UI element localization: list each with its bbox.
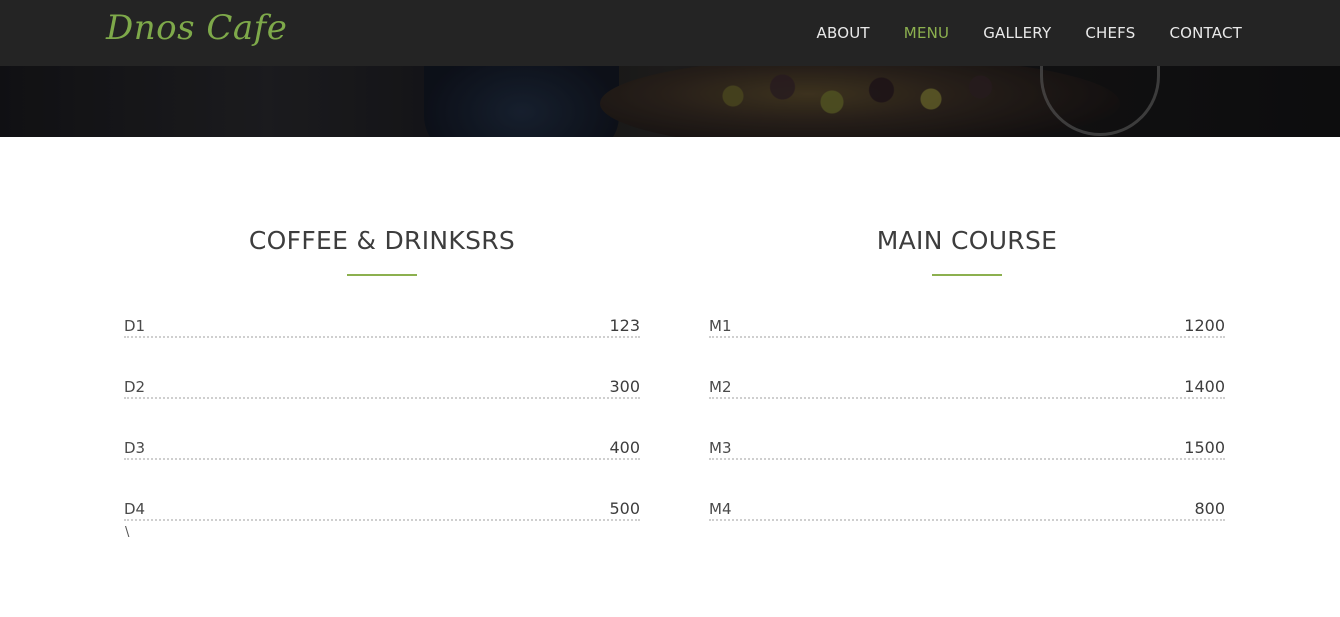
menu-list-main-course: M1 1200 M2 1400 M3 1500 M4 800	[709, 314, 1225, 558]
nav-link-about[interactable]: ABOUT	[817, 24, 870, 42]
menu-item-name: D2	[124, 378, 146, 396]
nav-link-chefs[interactable]: CHEFS	[1085, 24, 1135, 42]
menu-item: D4 500	[124, 497, 640, 558]
menu-item-name: M3	[709, 439, 732, 457]
menu-item-name: D4	[124, 500, 146, 518]
nav-link-gallery[interactable]: GALLERY	[983, 24, 1051, 42]
menu-item-price: 123	[609, 316, 640, 335]
title-divider	[932, 274, 1002, 276]
menu-item-row: M1 1200	[709, 314, 1225, 338]
menu-item-price: 1400	[1184, 377, 1225, 396]
menu-section-drinks: COFFEE & DRINKSRS D1 123 D2 300 D3 400 D…	[124, 225, 640, 558]
menu-item-price: 400	[609, 438, 640, 457]
menu-item-row: M2 1400	[709, 375, 1225, 399]
menu-item-name: D1	[124, 317, 146, 335]
menu-item-row: M3 1500	[709, 436, 1225, 460]
hero-banner-image	[0, 66, 1340, 137]
section-title-drinks: COFFEE & DRINKSRS	[248, 226, 516, 255]
menu-item-price: 800	[1194, 499, 1225, 518]
nav-menu: ABOUT MENU GALLERY CHEFS CONTACT	[783, 0, 1242, 66]
menu-item-price: 1500	[1184, 438, 1225, 457]
menu-item-name: M2	[709, 378, 732, 396]
menu-item-row: D2 300	[124, 375, 640, 399]
menu-item: D3 400	[124, 436, 640, 497]
menu-item: M2 1400	[709, 375, 1225, 436]
navbar: Dnos Cafe ABOUT MENU GALLERY CHEFS CONTA…	[0, 0, 1340, 66]
nav-link-menu[interactable]: MENU	[904, 24, 949, 42]
menu-item-price: 300	[609, 377, 640, 396]
nav-link-contact[interactable]: CONTACT	[1169, 24, 1242, 42]
title-divider	[347, 274, 417, 276]
menu-item: M1 1200	[709, 314, 1225, 375]
stray-backslash-text: \	[125, 525, 130, 540]
menu-item: M4 800	[709, 497, 1225, 558]
menu-item-price: 1200	[1184, 316, 1225, 335]
menu-list-drinks: D1 123 D2 300 D3 400 D4 500	[124, 314, 640, 558]
menu-item-row: D4 500	[124, 497, 640, 521]
menu-item: M3 1500	[709, 436, 1225, 497]
menu-item-row: D1 123	[124, 314, 640, 338]
menu-item-name: M4	[709, 500, 732, 518]
menu-item-price: 500	[609, 499, 640, 518]
menu-item-row: M4 800	[709, 497, 1225, 521]
brand-logo-link[interactable]: Dnos Cafe	[106, 8, 287, 48]
menu-section-main-course: MAIN COURSE M1 1200 M2 1400 M3 1500 M4 8…	[709, 225, 1225, 558]
menu-item: D1 123	[124, 314, 640, 375]
menu-item-name: M1	[709, 317, 732, 335]
menu-item: D2 300	[124, 375, 640, 436]
menu-item-row: D3 400	[124, 436, 640, 460]
menu-item-name: D3	[124, 439, 146, 457]
hero-overlay	[0, 66, 1340, 137]
section-title-main-course: MAIN COURSE	[876, 226, 1058, 255]
